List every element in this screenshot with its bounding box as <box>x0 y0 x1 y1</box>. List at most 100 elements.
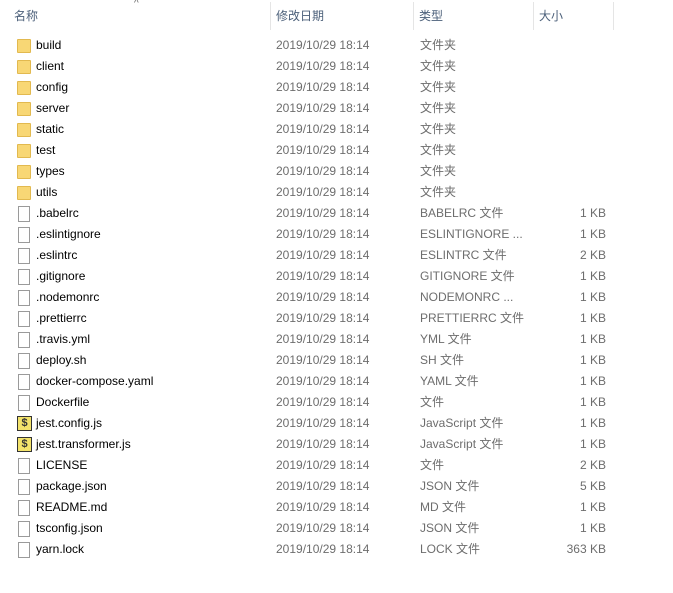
js-script-icon: $ <box>17 416 32 431</box>
file-name: jest.config.js <box>36 416 103 430</box>
file-size: 1 KB <box>579 500 606 514</box>
file-type: JSON 文件 <box>420 479 480 493</box>
file-row[interactable]: static 2019/10/29 18:14 文件夹 <box>0 119 673 140</box>
file-type: JavaScript 文件 <box>420 416 504 430</box>
folder-icon <box>17 81 31 95</box>
file-date: 2019/10/29 18:14 <box>276 122 370 136</box>
file-type: 文件夹 <box>420 122 457 136</box>
file-name: yarn.lock <box>36 542 85 556</box>
file-name: types <box>36 164 65 178</box>
file-row[interactable]: client 2019/10/29 18:14 文件夹 <box>0 56 673 77</box>
column-name[interactable]: 名称 <box>8 0 270 30</box>
file-type: JSON 文件 <box>420 521 480 535</box>
file-type: JavaScript 文件 <box>420 437 504 451</box>
file-date: 2019/10/29 18:14 <box>276 80 370 94</box>
folder-icon <box>17 144 31 158</box>
file-size: 1 KB <box>579 269 606 283</box>
file-size: 2 KB <box>579 248 606 262</box>
file-row[interactable]: $ jest.transformer.js 2019/10/29 18:14 J… <box>0 434 673 455</box>
file-type: 文件夹 <box>420 185 457 199</box>
file-row[interactable]: config 2019/10/29 18:14 文件夹 <box>0 77 673 98</box>
file-date: 2019/10/29 18:14 <box>276 353 370 367</box>
column-header: ^ 名称 修改日期 类型 大小 <box>0 0 673 30</box>
file-type: 文件夹 <box>420 101 457 115</box>
file-row[interactable]: .nodemonrc 2019/10/29 18:14 NODEMONRC ..… <box>0 287 673 308</box>
file-row[interactable]: Dockerfile 2019/10/29 18:14 文件 1 KB <box>0 392 673 413</box>
file-row[interactable]: server 2019/10/29 18:14 文件夹 <box>0 98 673 119</box>
file-row[interactable]: .gitignore 2019/10/29 18:14 GITIGNORE 文件… <box>0 266 673 287</box>
column-size[interactable]: 大小 <box>533 0 613 30</box>
file-row[interactable]: package.json 2019/10/29 18:14 JSON 文件 5 … <box>0 476 673 497</box>
file-row[interactable]: types 2019/10/29 18:14 文件夹 <box>0 161 673 182</box>
file-row[interactable]: deploy.sh 2019/10/29 18:14 SH 文件 1 KB <box>0 350 673 371</box>
file-row[interactable]: build 2019/10/29 18:14 文件夹 <box>0 35 673 56</box>
file-row[interactable]: .prettierrc 2019/10/29 18:14 PRETTIERRC … <box>0 308 673 329</box>
file-date: 2019/10/29 18:14 <box>276 500 370 514</box>
file-name: .gitignore <box>36 269 86 283</box>
file-date: 2019/10/29 18:14 <box>276 479 370 493</box>
file-type: 文件夹 <box>420 143 457 157</box>
file-icon <box>18 248 30 264</box>
folder-icon <box>17 102 31 116</box>
file-size: 363 KB <box>566 542 606 556</box>
file-icon <box>18 227 30 243</box>
file-name: client <box>36 59 65 73</box>
file-name: .nodemonrc <box>36 290 100 304</box>
file-size: 1 KB <box>579 290 606 304</box>
file-row[interactable]: .eslintrc 2019/10/29 18:14 ESLINTRC 文件 2… <box>0 245 673 266</box>
file-type: YAML 文件 <box>420 374 479 388</box>
file-date: 2019/10/29 18:14 <box>276 521 370 535</box>
folder-icon <box>17 165 31 179</box>
file-date: 2019/10/29 18:14 <box>276 59 370 73</box>
folder-icon <box>17 123 31 137</box>
column-date[interactable]: 修改日期 <box>270 0 413 30</box>
file-size: 1 KB <box>579 206 606 220</box>
file-row[interactable]: .eslintignore 2019/10/29 18:14 ESLINTIGN… <box>0 224 673 245</box>
file-name: docker-compose.yaml <box>36 374 154 388</box>
file-icon <box>18 395 30 411</box>
file-row[interactable]: utils 2019/10/29 18:14 文件夹 <box>0 182 673 203</box>
file-icon <box>18 311 30 327</box>
file-row[interactable]: test 2019/10/29 18:14 文件夹 <box>0 140 673 161</box>
file-date: 2019/10/29 18:14 <box>276 164 370 178</box>
file-row[interactable]: .travis.yml 2019/10/29 18:14 YML 文件 1 KB <box>0 329 673 350</box>
file-type: MD 文件 <box>420 500 466 514</box>
file-icon <box>18 542 30 558</box>
file-date: 2019/10/29 18:14 <box>276 290 370 304</box>
file-size: 1 KB <box>579 395 606 409</box>
file-row[interactable]: README.md 2019/10/29 18:14 MD 文件 1 KB <box>0 497 673 518</box>
column-type[interactable]: 类型 <box>413 0 533 30</box>
file-type: 文件夹 <box>420 59 457 73</box>
file-type: BABELRC 文件 <box>420 206 504 220</box>
file-size: 1 KB <box>579 353 606 367</box>
file-name: build <box>36 38 62 52</box>
js-script-icon: $ <box>17 437 32 452</box>
file-row[interactable]: LICENSE 2019/10/29 18:14 文件 2 KB <box>0 455 673 476</box>
file-icon <box>18 206 30 222</box>
file-name: config <box>36 80 69 94</box>
folder-icon <box>17 186 31 200</box>
file-name: utils <box>36 185 58 199</box>
file-type: SH 文件 <box>420 353 465 367</box>
file-icon <box>18 500 30 516</box>
file-name: .travis.yml <box>36 332 90 346</box>
file-icon <box>18 290 30 306</box>
column-divider[interactable] <box>613 2 614 30</box>
file-date: 2019/10/29 18:14 <box>276 374 370 388</box>
file-date: 2019/10/29 18:14 <box>276 101 370 115</box>
file-date: 2019/10/29 18:14 <box>276 227 370 241</box>
file-name: .prettierrc <box>36 311 87 325</box>
file-list: build 2019/10/29 18:14 文件夹 client 2019/1… <box>0 35 673 560</box>
file-name: static <box>36 122 65 136</box>
file-date: 2019/10/29 18:14 <box>276 395 370 409</box>
file-name: test <box>36 143 56 157</box>
file-icon <box>18 521 30 537</box>
file-row[interactable]: docker-compose.yaml 2019/10/29 18:14 YAM… <box>0 371 673 392</box>
file-date: 2019/10/29 18:14 <box>276 311 370 325</box>
file-row[interactable]: yarn.lock 2019/10/29 18:14 LOCK 文件 363 K… <box>0 539 673 560</box>
file-name: .eslintrc <box>36 248 78 262</box>
file-row[interactable]: .babelrc 2019/10/29 18:14 BABELRC 文件 1 K… <box>0 203 673 224</box>
file-type: ESLINTIGNORE ... <box>420 227 523 241</box>
file-row[interactable]: $ jest.config.js 2019/10/29 18:14 JavaSc… <box>0 413 673 434</box>
file-row[interactable]: tsconfig.json 2019/10/29 18:14 JSON 文件 1… <box>0 518 673 539</box>
